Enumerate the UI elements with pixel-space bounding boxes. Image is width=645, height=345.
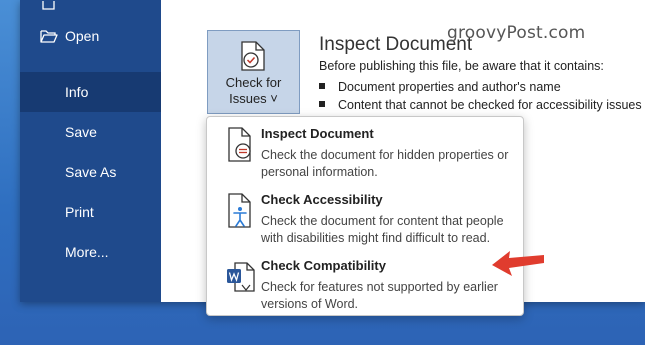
bullet-icon [319, 83, 325, 89]
sidebar-item-print[interactable]: Print [20, 192, 161, 232]
menu-item-check-accessibility[interactable]: Check Accessibility Check the document f… [207, 183, 523, 247]
document-check-icon [241, 41, 265, 71]
backstage-sidebar: Open Info Save Save As Print More... [20, 0, 161, 302]
check-for-issues-button[interactable]: Check for Issues ˅ [207, 30, 300, 114]
sidebar-item-label: Info [65, 84, 89, 100]
sidebar-item-save-as[interactable]: Save As [20, 152, 161, 192]
button-label-line2: Issues ˅ [229, 91, 278, 106]
sidebar-item-label: Print [65, 204, 94, 220]
sidebar-item-more[interactable]: More... [20, 232, 161, 272]
sidebar-item-open[interactable]: Open [20, 16, 161, 56]
sidebar-item-save[interactable]: Save [20, 112, 161, 152]
sidebar-item-label: Open [65, 28, 100, 44]
watermark: groovyPost.com [447, 23, 586, 43]
word-compatibility-icon [227, 262, 255, 292]
check-for-issues-dropdown: Inspect Document Check the document for … [206, 116, 524, 316]
bullet-text: Document properties and author's name [338, 80, 561, 94]
menu-item-title: Inspect Document [261, 126, 374, 141]
menu-item-inspect-document[interactable]: Inspect Document Check the document for … [207, 117, 523, 181]
bullet-icon [319, 101, 325, 107]
bullet-item: Document properties and author's name [319, 80, 561, 94]
sidebar-item-label: Save [65, 124, 97, 140]
menu-item-check-compatibility[interactable]: Check Compatibility Check for features n… [207, 249, 523, 313]
menu-item-description: Check the document for content that peop… [261, 214, 504, 245]
button-label-line1: Check for [225, 75, 282, 90]
menu-item-description: Check for features not supported by earl… [261, 280, 498, 311]
inspect-document-icon [228, 127, 251, 162]
check-for-issues-label: Check for Issues ˅ [208, 75, 299, 107]
accessibility-icon [228, 193, 251, 228]
bullet-item: Content that cannot be checked for acces… [319, 98, 645, 112]
bullet-text: Content that cannot be checked for acces… [338, 98, 645, 112]
document-icon [42, 1, 55, 10]
sidebar-item-label: More... [65, 244, 109, 260]
menu-item-title: Check Compatibility [261, 258, 386, 273]
inspect-document-description: Before publishing this file, be aware th… [319, 59, 604, 73]
sidebar-item-info[interactable]: Info [20, 72, 161, 112]
sidebar-item-label: Save As [65, 164, 117, 180]
red-arrow-annotation-icon [492, 251, 544, 276]
folder-open-icon [40, 30, 58, 43]
menu-item-description: Check the document for hidden properties… [261, 148, 509, 179]
menu-item-title: Check Accessibility [261, 192, 383, 207]
